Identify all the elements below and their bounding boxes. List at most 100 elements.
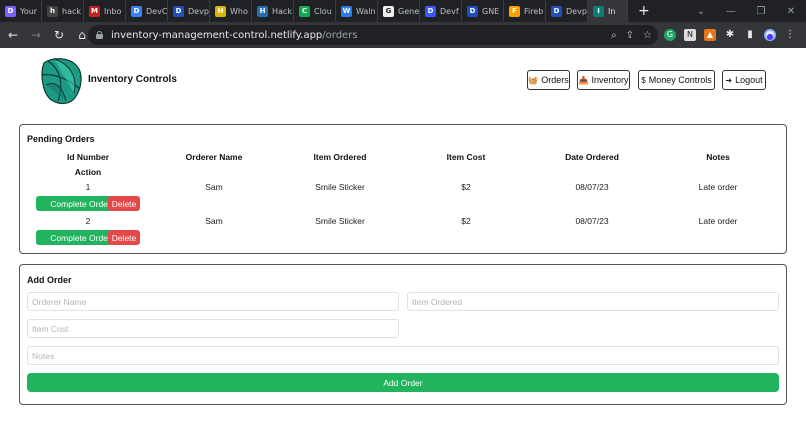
- nav-logout-button[interactable]: ➜ Logout: [722, 70, 766, 90]
- browser-tab[interactable]: D GNE: [462, 0, 504, 22]
- tab-favicon-icon: h: [47, 5, 58, 17]
- extensions-puzzle-icon[interactable]: ✱: [724, 29, 736, 41]
- tab-label: Devf: [440, 6, 459, 16]
- add-order-card: Add Order Add Order: [19, 264, 787, 405]
- tab-label: hack: [62, 6, 82, 16]
- cell-id: 2: [85, 216, 91, 226]
- browser-tab[interactable]: H Hack: [252, 0, 294, 22]
- notion-extension-icon[interactable]: N: [684, 29, 696, 41]
- add-order-title: Add Order: [27, 275, 72, 285]
- browser-tab[interactable]: h hack: [42, 0, 84, 22]
- tab-favicon-icon: D: [551, 5, 562, 17]
- pending-orders-card: Pending Orders Id Number Orderer Name It…: [19, 124, 787, 254]
- tab-label: Fireb: [524, 6, 544, 16]
- nav-inventory-label: Inventory: [591, 75, 629, 85]
- tab-label: Clou: [314, 6, 332, 16]
- browser-tab[interactable]: D Devf: [420, 0, 462, 22]
- logout-icon: ➜: [725, 75, 733, 85]
- lock-icon[interactable]: [96, 31, 103, 39]
- tab-label: GNE: [482, 6, 500, 16]
- col-date-ordered: Date Ordered: [565, 152, 619, 162]
- minimize-icon[interactable]: —: [716, 6, 746, 17]
- bookmark-star-icon[interactable]: ☆: [643, 30, 652, 41]
- browser-tab[interactable]: D Devp: [546, 0, 588, 22]
- maximize-icon[interactable]: ❐: [746, 6, 776, 17]
- back-icon[interactable]: ←: [3, 28, 23, 42]
- col-action: Action: [74, 167, 102, 177]
- profile-avatar[interactable]: ●: [764, 29, 776, 41]
- delete-order-button[interactable]: Delete: [108, 196, 140, 211]
- browser-tab[interactable]: H Who: [210, 0, 252, 22]
- nav-orders-button[interactable]: 🧺 Orders: [527, 70, 570, 90]
- browser-tab[interactable]: F Fireb: [504, 0, 546, 22]
- tab-favicon-icon: H: [215, 5, 226, 17]
- col-item-ordered: Item Ordered: [313, 152, 367, 162]
- item-cost-input[interactable]: [27, 319, 399, 338]
- col-item-cost: Item Cost: [446, 152, 486, 162]
- tab-favicon-icon: D: [425, 5, 436, 17]
- tab-favicon-icon: W: [341, 5, 352, 17]
- reload-icon[interactable]: ↻: [49, 28, 69, 42]
- pending-orders-title: Pending Orders: [27, 134, 95, 144]
- tab-label: In: [608, 6, 616, 16]
- nav-money-controls-button[interactable]: $ Money Controls: [638, 70, 715, 90]
- tab-label: Waln: [356, 6, 376, 16]
- browser-tab[interactable]: IIn✕: [588, 0, 628, 22]
- new-tab-icon[interactable]: +: [628, 3, 660, 19]
- browser-tab[interactable]: G Gene: [378, 0, 420, 22]
- delete-order-button[interactable]: Delete: [108, 230, 140, 245]
- window-controls: ⌄ — ❐ ✕: [686, 0, 806, 22]
- tab-favicon-icon: D: [467, 5, 478, 17]
- add-order-button[interactable]: Add Order: [27, 373, 779, 392]
- browser-tab[interactable]: W Waln: [336, 0, 378, 22]
- cell-orderer: Sam: [205, 216, 223, 226]
- search-icon[interactable]: ⌕: [611, 30, 617, 41]
- tab-label: DevC: [146, 6, 168, 16]
- metamask-extension-icon[interactable]: ▲: [704, 29, 716, 41]
- cell-orderer: Sam: [205, 182, 223, 192]
- col-notes: Notes: [706, 152, 730, 162]
- browser-tab[interactable]: C Clou: [294, 0, 336, 22]
- nav-orders-label: Orders: [541, 75, 569, 85]
- cell-date: 08/07/23: [575, 216, 609, 226]
- share-icon[interactable]: ⇪: [626, 30, 634, 41]
- tab-label: Your: [20, 6, 38, 16]
- cell-date: 08/07/23: [575, 182, 609, 192]
- url-path: /orders: [322, 29, 358, 41]
- app-logo: [41, 58, 82, 105]
- tab-label: Hack: [272, 6, 292, 16]
- tab-favicon-icon: H: [257, 5, 268, 17]
- cell-id: 1: [85, 182, 91, 192]
- item-ordered-input[interactable]: [407, 292, 779, 311]
- cell-item: Smile Sticker: [315, 216, 365, 226]
- tab-label: Devp: [188, 6, 209, 16]
- close-window-icon[interactable]: ✕: [776, 6, 806, 17]
- cell-notes: Late order: [698, 182, 738, 192]
- col-id-number: Id Number: [66, 152, 110, 162]
- tab-search-icon[interactable]: ⌄: [686, 6, 716, 17]
- tab-favicon-icon: F: [509, 5, 520, 17]
- col-orderer-name: Orderer Name: [185, 152, 243, 162]
- forward-icon[interactable]: →: [26, 28, 46, 42]
- nav-logout-label: Logout: [735, 75, 763, 85]
- tab-favicon-icon: G: [383, 5, 394, 17]
- orderer-name-input[interactable]: [27, 292, 399, 311]
- tab-label: Gene: [398, 6, 420, 16]
- dollar-icon: $: [641, 75, 646, 85]
- tab-favicon-icon: I: [593, 5, 604, 17]
- tab-favicon-icon: C: [299, 5, 310, 17]
- browser-tab[interactable]: M Inbo: [84, 0, 126, 22]
- grammarly-extension-icon[interactable]: G: [664, 29, 676, 41]
- browser-menu-icon[interactable]: ⋮: [784, 29, 796, 41]
- side-panel-icon[interactable]: ▮: [744, 29, 756, 41]
- tab-favicon-icon: D: [5, 5, 16, 17]
- brand-title: Inventory Controls: [88, 74, 177, 85]
- browser-tab[interactable]: D DevC: [126, 0, 168, 22]
- address-bar[interactable]: inventory-management-control.netlify.app…: [88, 25, 658, 45]
- browser-tab[interactable]: D Your: [0, 0, 42, 22]
- nav-inventory-button[interactable]: 📥 Inventory: [577, 70, 630, 90]
- tab-favicon-icon: D: [131, 5, 142, 17]
- notes-input[interactable]: [27, 346, 779, 365]
- browser-tab[interactable]: D Devp: [168, 0, 210, 22]
- nav-money-label: Money Controls: [648, 75, 712, 85]
